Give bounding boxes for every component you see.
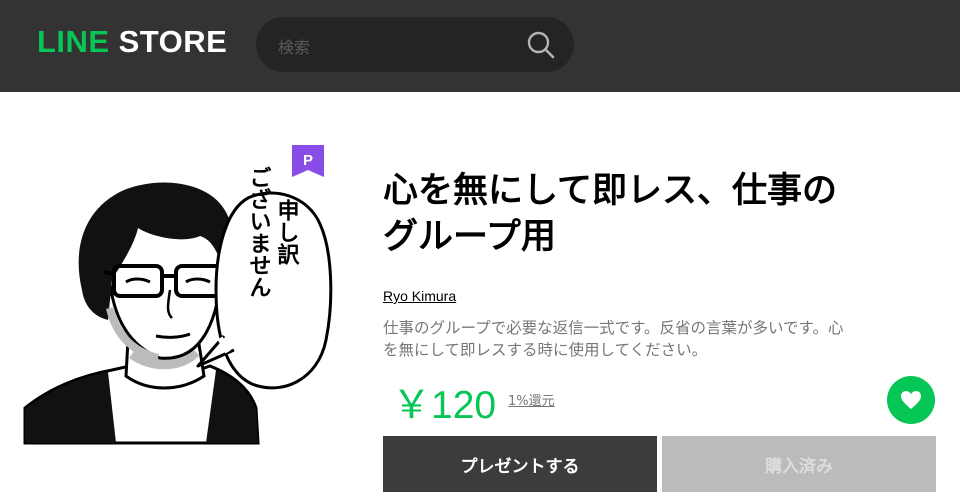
author-link[interactable]: Ryo Kimura — [383, 288, 456, 304]
description-line-2: を無にして即レスする時に使用してください。 — [383, 341, 708, 359]
description-line-1: 仕事のグループで必要な返信一式です。反省の言葉が多いです。心 — [383, 319, 844, 337]
top-header: LINE STORE 検索 — [0, 0, 960, 92]
search-icon[interactable] — [526, 30, 556, 60]
sticker-main-image[interactable]: 申し訳 ございません — [20, 140, 358, 445]
product-title: 心を無にして即レス、仕事の グループ用 — [383, 168, 943, 260]
product-description: 仕事のグループで必要な返信一式です。反省の言葉が多いです。心 を無にして即レスす… — [383, 317, 943, 361]
title-line-2: グループ用 — [383, 217, 556, 257]
favorite-button[interactable] — [887, 376, 935, 424]
title-line-1: 心を無にして即レス、仕事の — [383, 171, 837, 211]
price: ￥120 — [392, 384, 497, 427]
search-box[interactable]: 検索 — [256, 17, 574, 72]
logo-store-text: STORE — [118, 24, 228, 59]
purchased-button: 購入済み — [662, 436, 936, 492]
logo-line-text: LINE — [37, 24, 110, 59]
speech-text-line2: ございません — [246, 166, 272, 298]
speech-text-line1: 申し訳 — [274, 199, 300, 266]
present-button[interactable]: プレゼントする — [383, 436, 657, 492]
search-input[interactable]: 検索 — [278, 34, 310, 58]
premium-badge-icon: P — [292, 145, 324, 177]
line-store-logo[interactable]: LINE STORE — [37, 24, 227, 60]
heart-icon — [901, 391, 921, 409]
points-rebate-link[interactable]: 1%還元 — [508, 390, 555, 409]
svg-text:P: P — [303, 152, 313, 169]
